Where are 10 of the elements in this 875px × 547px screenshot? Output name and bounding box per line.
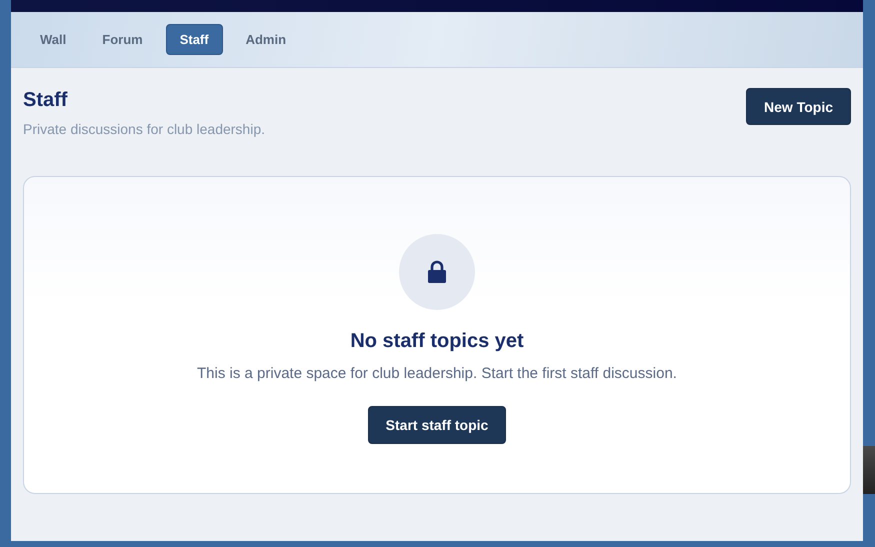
page-title: Staff [23, 89, 68, 112]
nav-tab[interactable]: Forum [89, 24, 156, 55]
nav-tab[interactable]: Wall [27, 24, 80, 55]
page-subtitle: Private discussions for club leadership. [23, 121, 266, 137]
empty-state-title: No staff topics yet [350, 330, 524, 353]
new-topic-button[interactable]: New Topic [746, 88, 851, 125]
nav-tab[interactable]: Admin [232, 24, 300, 55]
start-topic-button[interactable]: Start staff topic [368, 406, 506, 444]
empty-state-message: This is a private space for club leadership. Start the first staff discussion. [197, 365, 677, 382]
nav-tab[interactable]: Staff [166, 24, 223, 55]
